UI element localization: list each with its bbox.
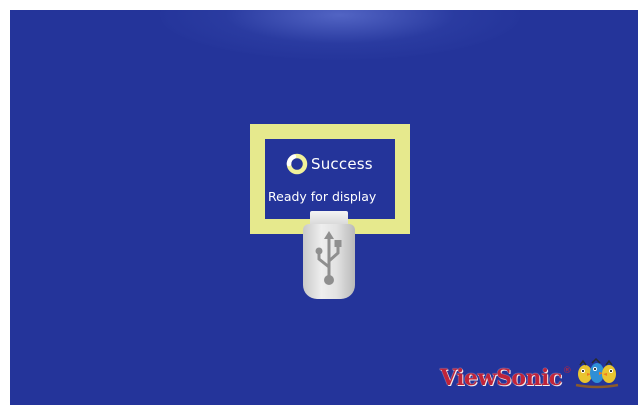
brand-name: ViewSonic xyxy=(440,365,562,391)
brand-logo: ViewSonic ® xyxy=(440,356,620,392)
usb-drive-icon xyxy=(303,211,355,301)
status-title: Success xyxy=(311,155,373,173)
loading-spinner-icon xyxy=(286,153,308,175)
top-glow xyxy=(160,10,520,60)
status-header: Success xyxy=(285,151,373,177)
registered-mark: ® xyxy=(562,366,572,376)
display-screen: Success Ready for display ViewSonic ® xyxy=(10,10,638,405)
usb-symbol-icon xyxy=(315,231,342,285)
viewsonic-birds-logo xyxy=(575,358,619,389)
status-message: Ready for display xyxy=(268,189,377,204)
